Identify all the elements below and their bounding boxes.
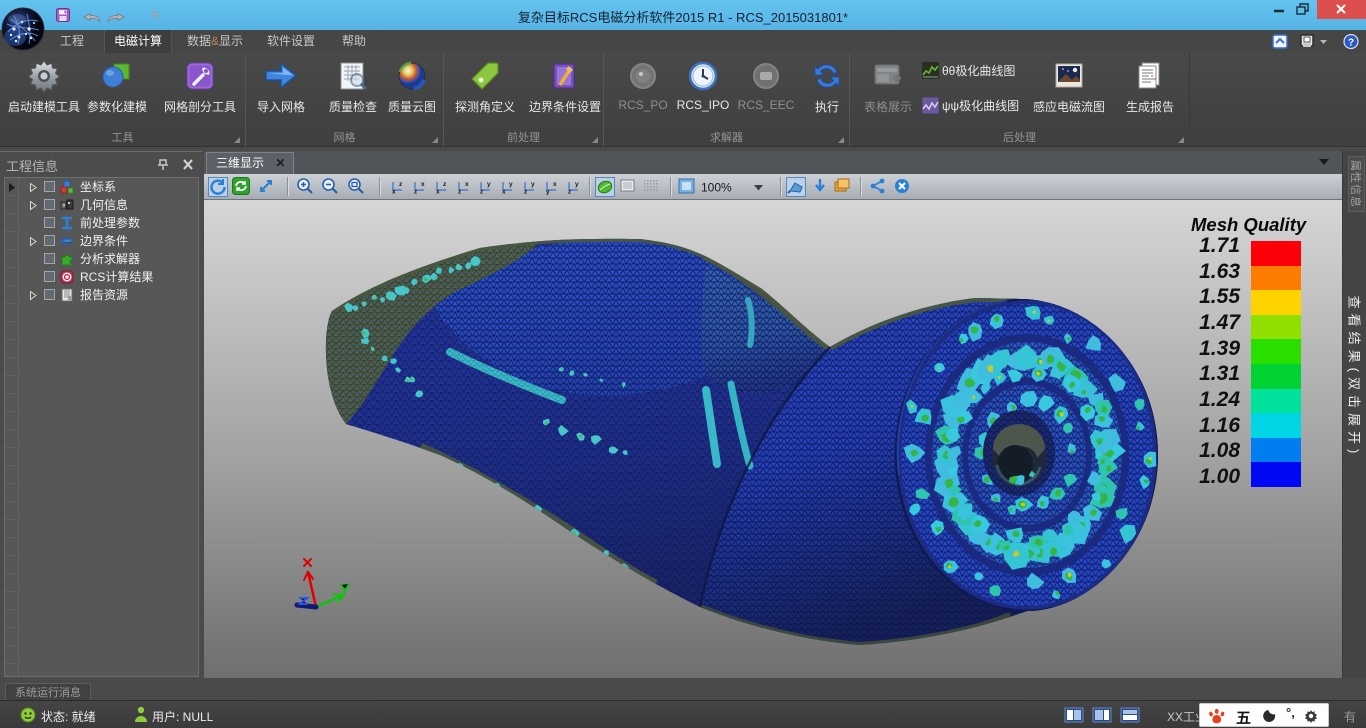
svg-text:y: y (531, 181, 535, 188)
svg-text:y: y (546, 189, 550, 196)
svg-text:?: ? (1348, 38, 1354, 49)
svg-text:y: y (575, 181, 579, 188)
svg-text:x: x (553, 181, 557, 188)
svg-text:x: x (502, 189, 506, 196)
svg-text:x: x (392, 189, 396, 196)
svg-text:x: x (465, 181, 469, 188)
svg-text:y: y (487, 181, 491, 188)
svg-text:z: z (443, 181, 447, 188)
svg-text:x: x (421, 181, 425, 188)
svg-text:x: x (436, 189, 440, 196)
svg-text:y: y (509, 181, 513, 188)
svg-text:100%: 100% (701, 181, 732, 195)
svg-text:z: z (399, 181, 403, 188)
